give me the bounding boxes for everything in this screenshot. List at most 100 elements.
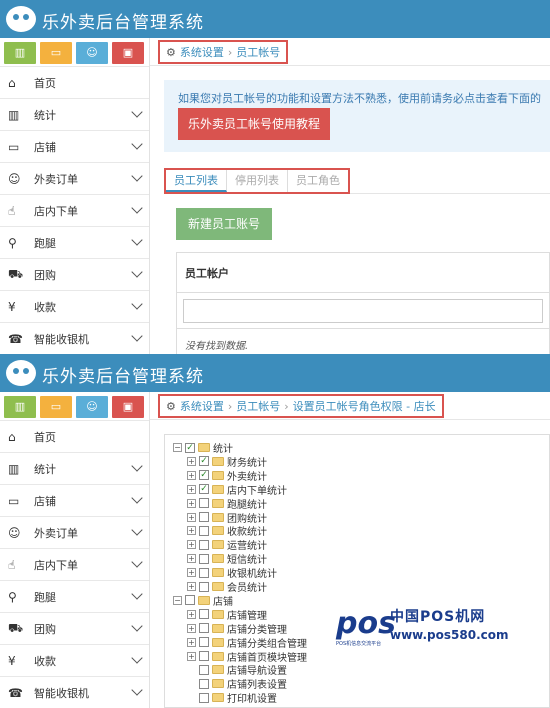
- expand-icon[interactable]: +: [187, 637, 196, 647]
- sidebar-item[interactable]: ▥ 统计: [0, 98, 149, 130]
- tree-node-label: 打印机设置: [227, 694, 277, 706]
- expand-icon[interactable]: +: [187, 609, 196, 619]
- checkbox-unchecked[interactable]: [199, 664, 209, 675]
- tree-node: + ✓ 外卖统计: [187, 469, 267, 483]
- briefcase-quick-button[interactable]: ▣: [112, 396, 144, 418]
- sidebar-item[interactable]: ⛟ 团购: [0, 258, 149, 290]
- checkbox-unchecked[interactable]: [199, 553, 209, 564]
- main-content: ⚙ 系统设置 › 员工帐号 如果您对员工帐号的功能和设置方法不熟悉，使用前请务必点击查…: [150, 38, 550, 354]
- smiley-quick-button[interactable]: ☺: [76, 396, 108, 418]
- sidebar-item-label: 外卖订单: [34, 526, 78, 540]
- sidebar-item[interactable]: ☺ 外卖订单: [0, 162, 149, 194]
- sidebar-item[interactable]: ¥ 收款: [0, 290, 149, 322]
- tree-node: 店铺列表设置: [187, 677, 287, 691]
- tutorial-button[interactable]: 乐外卖员工帐号使用教程: [178, 108, 330, 140]
- expand-icon[interactable]: +: [187, 484, 196, 494]
- sidebar-item[interactable]: ☎ 智能收银机: [0, 676, 149, 708]
- tab-disabled-list[interactable]: 停用列表: [227, 170, 288, 192]
- checkbox-unchecked[interactable]: [199, 651, 209, 661]
- sidebar-item[interactable]: ⚲ 跑腿: [0, 226, 149, 258]
- folder-icon: [212, 554, 224, 564]
- expand-icon[interactable]: +: [187, 623, 196, 633]
- sidebar-item[interactable]: ⛟ 团购: [0, 612, 149, 644]
- expand-icon[interactable]: +: [187, 540, 196, 550]
- tree-node-label: 外卖统计: [227, 471, 267, 483]
- new-staff-button[interactable]: 新建员工账号: [176, 208, 272, 240]
- breadcrumb-item[interactable]: 系统设置: [180, 398, 224, 414]
- briefcase-icon: ▣: [122, 400, 134, 413]
- breadcrumb-bar: ⚙ 系统设置 › 员工帐号 › 设置员工帐号角色权限 - 店长: [150, 392, 550, 420]
- sidebar-item[interactable]: ¥ 收款: [0, 644, 149, 676]
- breadcrumb-item[interactable]: 员工帐号: [236, 398, 280, 414]
- monitor-icon: ▭: [8, 493, 20, 508]
- sidebar-item[interactable]: ☎ 智能收银机: [0, 322, 149, 354]
- monitor-quick-button[interactable]: ▭: [40, 42, 72, 64]
- chevron-down-icon: [131, 106, 143, 118]
- expand-icon[interactable]: +: [187, 456, 196, 466]
- sidebar-item[interactable]: ⌂ 首页: [0, 420, 149, 452]
- expand-icon[interactable]: +: [187, 568, 196, 578]
- top-bar: 乐外卖后台管理系统: [0, 354, 550, 392]
- sidebar-item[interactable]: ☝ 店内下单: [0, 194, 149, 226]
- folder-icon: [212, 651, 224, 661]
- app-title: 乐外卖后台管理系统: [42, 13, 204, 33]
- sidebar-item-label: 团购: [34, 268, 56, 282]
- checkbox-checked[interactable]: ✓: [199, 456, 209, 467]
- sidebar-item[interactable]: ⚲ 跑腿: [0, 580, 149, 612]
- checkbox-unchecked[interactable]: [199, 525, 209, 536]
- checkbox-unchecked[interactable]: [199, 567, 209, 578]
- checkbox-checked[interactable]: ✓: [185, 442, 195, 453]
- checkbox-unchecked[interactable]: [199, 609, 209, 620]
- expand-icon[interactable]: +: [187, 526, 196, 536]
- expand-icon[interactable]: +: [187, 512, 196, 522]
- watermark-url: www.pos580.com: [390, 628, 509, 642]
- tab-staff-list[interactable]: 员工列表: [166, 170, 227, 192]
- tree-node-label: 店铺首页模块管理: [227, 652, 307, 664]
- expand-icon[interactable]: +: [187, 498, 196, 508]
- collapse-icon[interactable]: −: [173, 443, 182, 452]
- gear-icon: ⚙: [166, 399, 176, 413]
- bar-chart-quick-button[interactable]: ▥: [4, 396, 36, 418]
- breadcrumb-item[interactable]: 系统设置: [180, 44, 224, 60]
- bar-chart-quick-button[interactable]: ▥: [4, 42, 36, 64]
- tree-node: + 团购统计: [187, 511, 267, 525]
- checkbox-unchecked[interactable]: [185, 595, 195, 606]
- sidebar-item[interactable]: ☺ 外卖订单: [0, 516, 149, 548]
- briefcase-quick-button[interactable]: ▣: [112, 42, 144, 64]
- checkbox-unchecked[interactable]: [199, 512, 209, 522]
- checkbox-unchecked[interactable]: [199, 623, 209, 634]
- expand-icon[interactable]: +: [187, 651, 196, 661]
- breadcrumb-separator: ›: [227, 45, 233, 59]
- tree-node-label: 跑腿统计: [227, 499, 267, 511]
- staff-tabs: 员工列表 停用列表 员工角色: [164, 168, 350, 194]
- chevron-down-icon: [131, 620, 143, 632]
- expand-icon[interactable]: +: [187, 582, 196, 591]
- checkbox-unchecked[interactable]: [199, 581, 209, 592]
- checkbox-unchecked[interactable]: [199, 692, 209, 703]
- top-bar: 乐外卖后台管理系统: [0, 0, 550, 38]
- checkbox-unchecked[interactable]: [199, 678, 209, 689]
- tab-staff-roles[interactable]: 员工角色: [288, 170, 348, 192]
- checkbox-checked[interactable]: ✓: [199, 470, 209, 481]
- checkbox-unchecked[interactable]: [199, 498, 209, 509]
- sidebar-item[interactable]: ☝ 店内下单: [0, 548, 149, 580]
- chevron-down-icon: [131, 170, 143, 182]
- checkbox-checked[interactable]: ✓: [199, 484, 209, 495]
- expand-icon[interactable]: +: [187, 554, 196, 564]
- sidebar-item[interactable]: ▥ 统计: [0, 452, 149, 484]
- sidebar-item[interactable]: ▭ 店铺: [0, 484, 149, 516]
- sidebar-item[interactable]: ⌂ 首页: [0, 66, 149, 98]
- watermark-logo: pos: [336, 606, 396, 641]
- filter-input[interactable]: [183, 299, 543, 323]
- smiley-quick-button[interactable]: ☺: [76, 42, 108, 64]
- checkbox-unchecked[interactable]: [199, 539, 209, 550]
- folder-icon: [198, 595, 210, 605]
- expand-icon[interactable]: +: [187, 470, 196, 480]
- monitor-icon: ▭: [50, 46, 62, 59]
- checkbox-unchecked[interactable]: [199, 637, 209, 648]
- breadcrumb: ⚙ 系统设置 › 员工帐号: [158, 40, 289, 64]
- quick-buttons: ▥ ▭ ☺ ▣: [0, 392, 149, 420]
- collapse-icon[interactable]: −: [173, 595, 182, 605]
- sidebar-item[interactable]: ▭ 店铺: [0, 130, 149, 162]
- monitor-quick-button[interactable]: ▭: [40, 396, 72, 418]
